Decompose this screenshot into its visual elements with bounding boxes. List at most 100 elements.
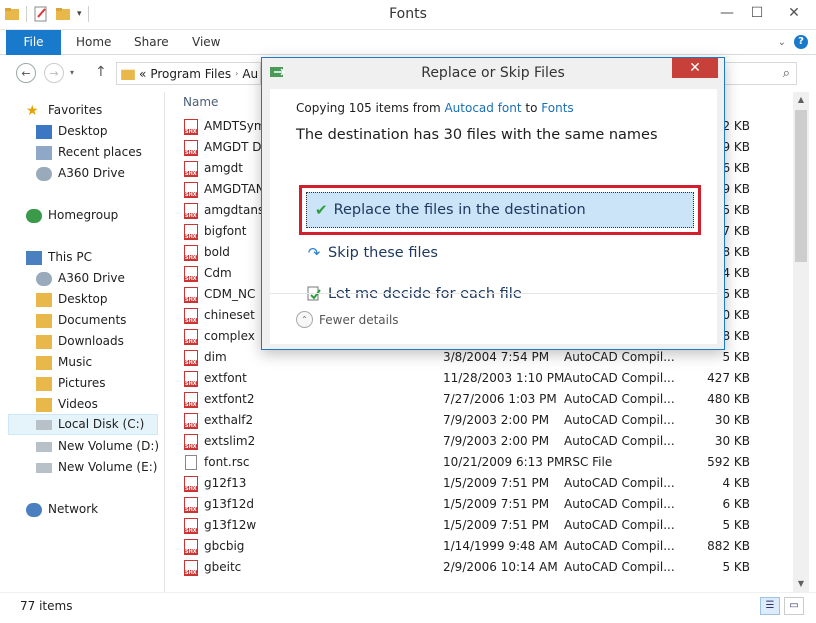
window-title: Fonts bbox=[389, 6, 427, 22]
search-icon[interactable]: ⌕ bbox=[783, 66, 790, 81]
decide-each-file-label: Let me decide for each file bbox=[328, 286, 522, 302]
scroll-down-icon[interactable]: ▼ bbox=[793, 576, 809, 592]
table-row[interactable]: extslim2 7/9/2003 2:00 PM AutoCAD Compil..… bbox=[166, 431, 786, 452]
nav-local-disk-c[interactable]: Local Disk (C:) bbox=[8, 414, 158, 435]
nav-documents[interactable]: Documents bbox=[36, 310, 126, 331]
table-row[interactable]: g13f12d 1/5/2009 7:51 PM AutoCAD Compil...… bbox=[166, 494, 786, 515]
file-name: extslim2 bbox=[204, 434, 256, 448]
table-row[interactable]: g13f12w 1/5/2009 7:51 PM AutoCAD Compil...… bbox=[166, 515, 786, 536]
file-size: 6 KB bbox=[722, 497, 750, 511]
shx-file-icon bbox=[184, 287, 198, 303]
folder-icon bbox=[36, 376, 52, 391]
file-size: 427 KB bbox=[707, 371, 750, 385]
tab-file[interactable]: File bbox=[6, 30, 61, 55]
skip-arrow-icon: ↷ bbox=[307, 244, 321, 262]
close-window-button[interactable]: ✕ bbox=[772, 0, 816, 26]
breadcrumb-autocad[interactable]: Au bbox=[242, 67, 258, 81]
fewer-details-label: Fewer details bbox=[319, 312, 399, 327]
tab-share[interactable]: Share bbox=[134, 30, 169, 55]
shx-file-icon bbox=[184, 182, 198, 198]
large-icons-view-icon[interactable]: ▭ bbox=[784, 597, 804, 615]
file-name: extfont2 bbox=[204, 392, 255, 406]
tab-home[interactable]: Home bbox=[76, 30, 111, 55]
file-name: AMDTSym bbox=[204, 119, 266, 133]
nav-network[interactable]: Network bbox=[26, 499, 98, 520]
maximize-button[interactable]: ☐ bbox=[742, 0, 772, 26]
source-folder-link[interactable]: Autocad font bbox=[444, 101, 521, 115]
table-row[interactable]: dim 3/8/2004 7:54 PM AutoCAD Compil... 5 KB bbox=[166, 347, 786, 368]
table-row[interactable]: gbcbig 1/14/1999 9:48 AM AutoCAD Compil...… bbox=[166, 536, 786, 557]
file-size: 30 KB bbox=[714, 434, 750, 448]
table-row[interactable]: font.rsc 10/21/2009 6:13 PM RSC File 592 KB bbox=[166, 452, 786, 473]
dialog-divider bbox=[270, 293, 717, 294]
fewer-details-button[interactable]: ⌃ Fewer details bbox=[296, 311, 399, 328]
recent-locations-icon[interactable]: ▾ bbox=[70, 68, 74, 77]
file-date: 7/27/2006 1:03 PM bbox=[443, 392, 557, 406]
table-row[interactable]: extfont 11/28/2003 1:10 PMAutoCAD Compil.… bbox=[166, 368, 786, 389]
table-row[interactable]: exthalf2 7/9/2003 2:00 PM AutoCAD Compil..… bbox=[166, 410, 786, 431]
nav-downloads[interactable]: Downloads bbox=[36, 331, 124, 352]
file-name: g13f12d bbox=[204, 497, 254, 511]
file-date: 2/9/2006 10:14 AM bbox=[443, 560, 558, 574]
nav-desktop[interactable]: Desktop bbox=[36, 121, 108, 142]
tab-view[interactable]: View bbox=[192, 30, 220, 55]
ribbon-right: ⌄ ? bbox=[778, 35, 808, 49]
address-bar[interactable]: « Program Files › Au bbox=[116, 62, 261, 85]
column-header-name[interactable]: Name bbox=[183, 95, 218, 115]
nav-recent-places[interactable]: Recent places bbox=[36, 142, 142, 163]
expand-ribbon-icon[interactable]: ⌄ bbox=[778, 37, 786, 48]
file-name: bigfont bbox=[204, 224, 247, 238]
table-row[interactable]: g12f13 1/5/2009 7:51 PM AutoCAD Compil... 4… bbox=[166, 473, 786, 494]
file-size: 5 KB bbox=[722, 287, 750, 301]
nav-pc-a360-drive[interactable]: A360 Drive bbox=[36, 268, 125, 289]
skip-files-option[interactable]: ↷ Skip these files bbox=[298, 235, 688, 271]
breadcrumb-separator-icon[interactable]: › bbox=[235, 69, 238, 78]
up-arrow-icon[interactable]: ↑ bbox=[95, 64, 107, 80]
file-size: 2 KB bbox=[722, 119, 750, 133]
nav-this-pc[interactable]: This PC bbox=[26, 247, 92, 268]
nav-pictures[interactable]: Pictures bbox=[36, 373, 106, 394]
file-name: amgdt bbox=[204, 161, 243, 175]
scrollbar-thumb[interactable] bbox=[795, 110, 807, 262]
network-icon bbox=[26, 502, 42, 517]
search-input[interactable]: ⌕ bbox=[722, 62, 797, 85]
dialog-close-button[interactable]: ✕ bbox=[672, 58, 718, 78]
dialog-title: Replace or Skip Files bbox=[421, 65, 565, 81]
vertical-scrollbar[interactable]: ▲ ▼ bbox=[793, 92, 809, 592]
file-type: AutoCAD Compil... bbox=[564, 371, 675, 385]
drive-icon bbox=[36, 462, 52, 473]
drive-icon bbox=[36, 419, 52, 430]
file-date: 1/5/2009 7:51 PM bbox=[443, 518, 550, 532]
window-controls: — ☐ ✕ bbox=[712, 0, 816, 26]
nav-new-volume-e[interactable]: New Volume (E:) bbox=[36, 457, 157, 478]
nav-homegroup[interactable]: Homegroup bbox=[26, 205, 118, 226]
file-type: AutoCAD Compil... bbox=[564, 434, 675, 448]
table-row[interactable]: gbeitc 2/9/2006 10:14 AM AutoCAD Compil...… bbox=[166, 557, 786, 578]
help-icon[interactable]: ? bbox=[794, 35, 808, 49]
scroll-up-icon[interactable]: ▲ bbox=[793, 92, 809, 108]
nav-music[interactable]: Music bbox=[36, 352, 92, 373]
file-name: complex bbox=[204, 329, 255, 343]
details-view-icon[interactable]: ☰ bbox=[760, 597, 780, 615]
file-size: 8 KB bbox=[722, 245, 750, 259]
file-name: CDM_NC bbox=[204, 287, 256, 301]
forward-button[interactable]: → bbox=[44, 63, 64, 83]
nav-a360-drive[interactable]: A360 Drive bbox=[36, 163, 125, 184]
decide-each-file-option[interactable]: Let me decide for each file bbox=[298, 276, 688, 312]
file-size: 4 KB bbox=[722, 476, 750, 490]
cloud-drive-icon bbox=[36, 166, 52, 181]
nav-videos[interactable]: Videos bbox=[36, 394, 98, 415]
minimize-button[interactable]: — bbox=[712, 0, 742, 26]
nav-pc-desktop[interactable]: Desktop bbox=[36, 289, 108, 310]
back-button[interactable]: ← bbox=[16, 63, 36, 83]
breadcrumb-program-files[interactable]: Program Files bbox=[150, 67, 231, 81]
nav-favorites[interactable]: ★ Favorites bbox=[26, 100, 102, 121]
file-size: 5 KB bbox=[722, 203, 750, 217]
nav-new-volume-d[interactable]: New Volume (D:) bbox=[36, 436, 159, 457]
destination-folder-link[interactable]: Fonts bbox=[541, 101, 573, 115]
shx-file-icon bbox=[184, 203, 198, 219]
table-row[interactable]: extfont2 7/27/2006 1:03 PM AutoCAD Compil.… bbox=[166, 389, 786, 410]
address-overflow[interactable]: « bbox=[139, 67, 146, 81]
replace-files-option[interactable]: ✔ Replace the files in the destination bbox=[306, 192, 694, 228]
file-type: AutoCAD Compil... bbox=[564, 560, 675, 574]
